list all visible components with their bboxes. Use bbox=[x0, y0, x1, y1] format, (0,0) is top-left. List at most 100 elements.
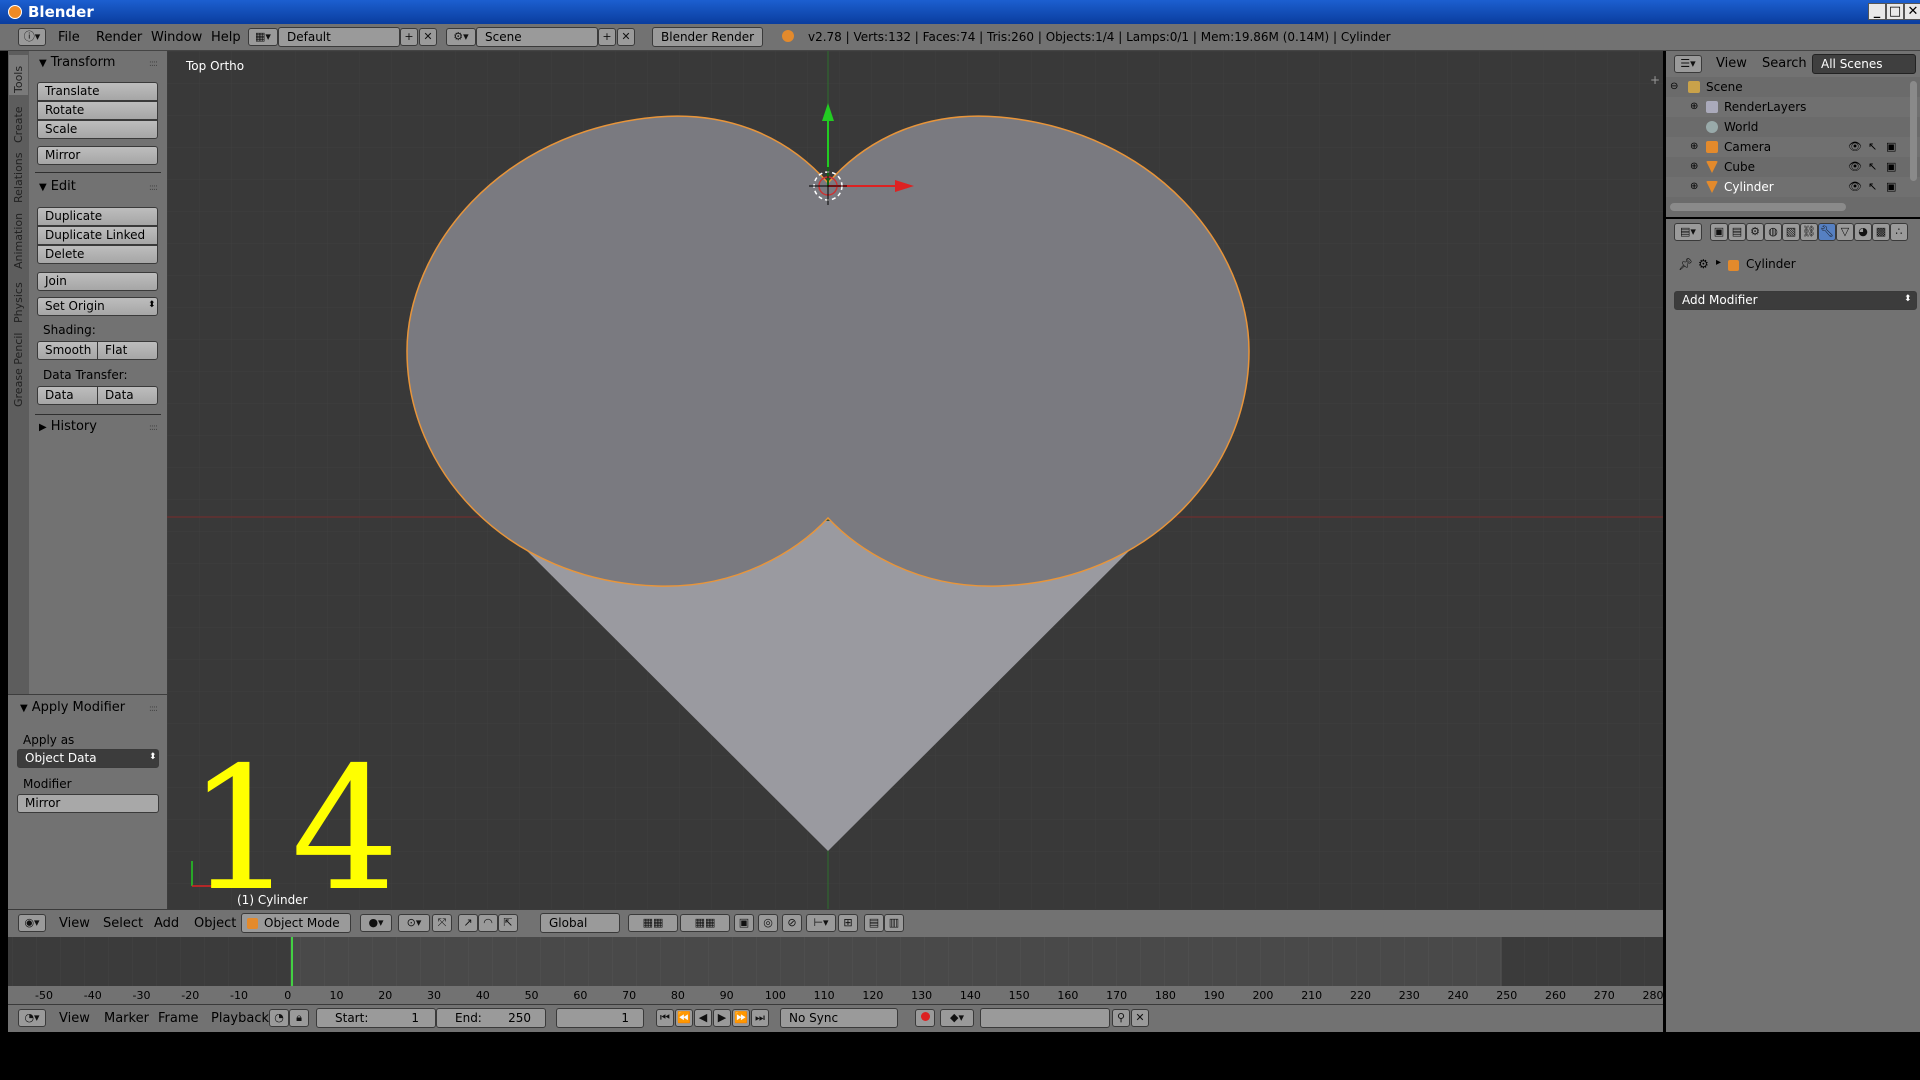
panel-grip-icon[interactable]: :::: bbox=[149, 704, 158, 714]
opengl-render-icon[interactable]: ▥ bbox=[884, 914, 904, 932]
visibility-eye-icon[interactable]: 👁︎ bbox=[1848, 177, 1862, 197]
transform-panel-header[interactable]: ▼ Transform bbox=[39, 55, 115, 70]
outliner-row-cube[interactable]: ⊕ Cube 👁︎ ↖ ▣ bbox=[1666, 157, 1920, 177]
timeline-editor-type-icon[interactable]: ◔▾ bbox=[18, 1009, 46, 1027]
minimize-button[interactable]: _ bbox=[1868, 3, 1886, 20]
info-editor-type-icon[interactable]: ⓘ▾ bbox=[18, 28, 46, 46]
menu-file[interactable]: File bbox=[58, 30, 80, 45]
outliner-row-renderlayers[interactable]: ⊕ RenderLayers bbox=[1666, 97, 1920, 117]
outliner-row-cylinder[interactable]: ⊕ Cylinder 👁︎ ↖ ▣ bbox=[1666, 177, 1920, 197]
panel-grip-icon[interactable]: :::: bbox=[149, 183, 158, 193]
properties-editor-type-icon[interactable]: ▤▾ bbox=[1674, 223, 1702, 241]
tab-create[interactable]: Create bbox=[9, 99, 28, 145]
play-reverse-icon[interactable]: ◀ bbox=[694, 1009, 712, 1027]
join-button[interactable]: Join bbox=[37, 272, 158, 291]
flat-button[interactable]: Flat bbox=[97, 341, 158, 360]
tab-grease-pencil[interactable]: Grease Pencil bbox=[9, 329, 28, 409]
snap-element-icon[interactable]: ⊢▾ bbox=[806, 914, 836, 932]
selectable-cursor-icon[interactable]: ↖ bbox=[1868, 157, 1877, 177]
scene-icon[interactable]: ⚙▾ bbox=[446, 28, 476, 46]
menu-object[interactable]: Object bbox=[194, 916, 236, 931]
menu-add[interactable]: Add bbox=[154, 916, 179, 931]
data-transfer-button[interactable]: Data bbox=[37, 386, 98, 405]
panel-grip-icon[interactable]: :::: bbox=[149, 59, 158, 69]
snap-target-icon[interactable]: ⊞ bbox=[838, 914, 858, 932]
viewport-shading-icon[interactable]: ●▾ bbox=[360, 914, 392, 932]
duplicate-linked-button[interactable]: Duplicate Linked bbox=[37, 226, 158, 245]
add-modifier-dropdown[interactable]: Add Modifier bbox=[1674, 291, 1917, 310]
menu-frame[interactable]: Frame bbox=[158, 1011, 199, 1026]
3d-viewport[interactable]: Top Ortho (1) Cylinder 14 + bbox=[167, 51, 1663, 909]
object-tab-icon[interactable]: ▧ bbox=[1782, 223, 1800, 241]
add-scene-icon[interactable]: + bbox=[598, 28, 616, 46]
jump-keyframe-back-icon[interactable]: ⏪ bbox=[675, 1009, 693, 1027]
menu-help[interactable]: Help bbox=[211, 30, 241, 45]
menu-playback[interactable]: Playback bbox=[211, 1011, 269, 1026]
lock-range-icon[interactable]: 🔒︎ bbox=[289, 1009, 309, 1027]
visibility-eye-icon[interactable]: 👁︎ bbox=[1848, 137, 1862, 157]
active-keying-set-field[interactable] bbox=[980, 1008, 1110, 1028]
constraints-tab-icon[interactable]: ⛓︎ bbox=[1800, 223, 1818, 241]
outliner-vertical-scrollbar[interactable] bbox=[1910, 81, 1917, 181]
material-tab-icon[interactable]: ◕ bbox=[1854, 223, 1872, 241]
insert-keyframe-icon[interactable]: ⚲ bbox=[1112, 1009, 1130, 1027]
translate-button[interactable]: Translate bbox=[37, 82, 158, 101]
duplicate-button[interactable]: Duplicate bbox=[37, 207, 158, 226]
menu-render[interactable]: Render bbox=[96, 30, 142, 45]
render-layers-tab-icon[interactable]: ▤ bbox=[1728, 223, 1746, 241]
maximize-button[interactable]: □ bbox=[1886, 3, 1904, 20]
record-icon[interactable] bbox=[915, 1009, 935, 1027]
particles-tab-icon[interactable]: ∴ bbox=[1890, 223, 1908, 241]
selectable-cursor-icon[interactable]: ↖ bbox=[1868, 177, 1877, 197]
menu-timeline-view[interactable]: View bbox=[59, 1011, 90, 1026]
outliner-menu-view[interactable]: View bbox=[1716, 56, 1747, 71]
render-tab-icon[interactable]: ▣ bbox=[1710, 223, 1728, 241]
modifiers-tab-icon[interactable]: 🔧︎ bbox=[1818, 223, 1836, 241]
smooth-button[interactable]: Smooth bbox=[37, 341, 98, 360]
transform-orientation-select[interactable]: Global bbox=[540, 913, 620, 933]
outliner-row-camera[interactable]: ⊕ Camera 👁︎ ↖ ▣ bbox=[1666, 137, 1920, 157]
renderable-camera-icon[interactable]: ▣ bbox=[1886, 137, 1896, 157]
outliner-row-world[interactable]: World bbox=[1666, 117, 1920, 137]
current-frame-field[interactable]: 1 bbox=[556, 1008, 644, 1028]
texture-tab-icon[interactable]: ▩ bbox=[1872, 223, 1890, 241]
timeline-ruler[interactable]: -50 -40 -30 -20 -10 0 10 20 30 40 50 60 70 80 90 100 110… bbox=[8, 986, 1663, 1004]
scene-field[interactable]: Scene bbox=[476, 27, 598, 47]
menu-select[interactable]: Select bbox=[103, 916, 143, 931]
apply-as-dropdown[interactable]: Object Data bbox=[17, 749, 159, 768]
apply-modifier-header[interactable]: ▼ Apply Modifier bbox=[20, 700, 125, 715]
render-engine-select[interactable]: Blender Render bbox=[652, 27, 763, 47]
data-tab-icon[interactable]: ▽ bbox=[1836, 223, 1854, 241]
menu-window[interactable]: Window bbox=[151, 30, 202, 45]
jump-start-icon[interactable]: ⏮ bbox=[656, 1009, 674, 1027]
timeline-area[interactable]: -50 -40 -30 -20 -10 0 10 20 30 40 50 60 70 80 90 100 110… bbox=[8, 937, 1663, 1004]
remove-screen-icon[interactable]: ✕ bbox=[419, 28, 437, 46]
close-window-button[interactable]: ✕ bbox=[1904, 3, 1920, 20]
modifier-field[interactable]: Mirror bbox=[17, 794, 159, 813]
outliner-menu-search[interactable]: Search bbox=[1762, 56, 1807, 71]
edit-panel-header[interactable]: ▼ Edit bbox=[39, 179, 76, 194]
render-preview-icon[interactable]: ▤ bbox=[864, 914, 884, 932]
rotate-manipulator-icon[interactable]: ◠ bbox=[478, 914, 498, 932]
toggle-properties-icon[interactable]: + bbox=[1650, 73, 1660, 87]
scale-button[interactable]: Scale bbox=[37, 120, 158, 139]
tab-tools[interactable]: Tools bbox=[9, 55, 28, 95]
editor-type-icon[interactable]: ◉▾ bbox=[18, 914, 46, 932]
outliner-display-mode-select[interactable]: All Scenes bbox=[1812, 54, 1916, 74]
scale-manipulator-icon[interactable]: ⇱ bbox=[498, 914, 518, 932]
tab-relations[interactable]: Relations bbox=[9, 149, 28, 205]
screen-layout-icon[interactable]: ▦▾ bbox=[248, 28, 278, 46]
selectable-cursor-icon[interactable]: ↖ bbox=[1868, 137, 1877, 157]
outliner-horizontal-scrollbar[interactable] bbox=[1670, 203, 1846, 211]
tab-physics[interactable]: Physics bbox=[9, 275, 28, 325]
visibility-eye-icon[interactable]: 👁︎ bbox=[1848, 157, 1862, 177]
layers-grid-1-icon[interactable]: ▦▦ bbox=[628, 914, 678, 932]
preview-range-icon[interactable]: ◔ bbox=[269, 1009, 289, 1027]
lock-layers-icon[interactable]: ▣ bbox=[734, 914, 754, 932]
renderable-camera-icon[interactable]: ▣ bbox=[1886, 157, 1896, 177]
layers-grid-2-icon[interactable]: ▦▦ bbox=[680, 914, 730, 932]
renderable-camera-icon[interactable]: ▣ bbox=[1886, 177, 1896, 197]
scene-tab-icon[interactable]: ⚙ bbox=[1746, 223, 1764, 241]
manipulator-toggle-icon[interactable]: ⤧ bbox=[432, 914, 452, 932]
end-frame-field[interactable]: End: 250 bbox=[436, 1008, 546, 1028]
